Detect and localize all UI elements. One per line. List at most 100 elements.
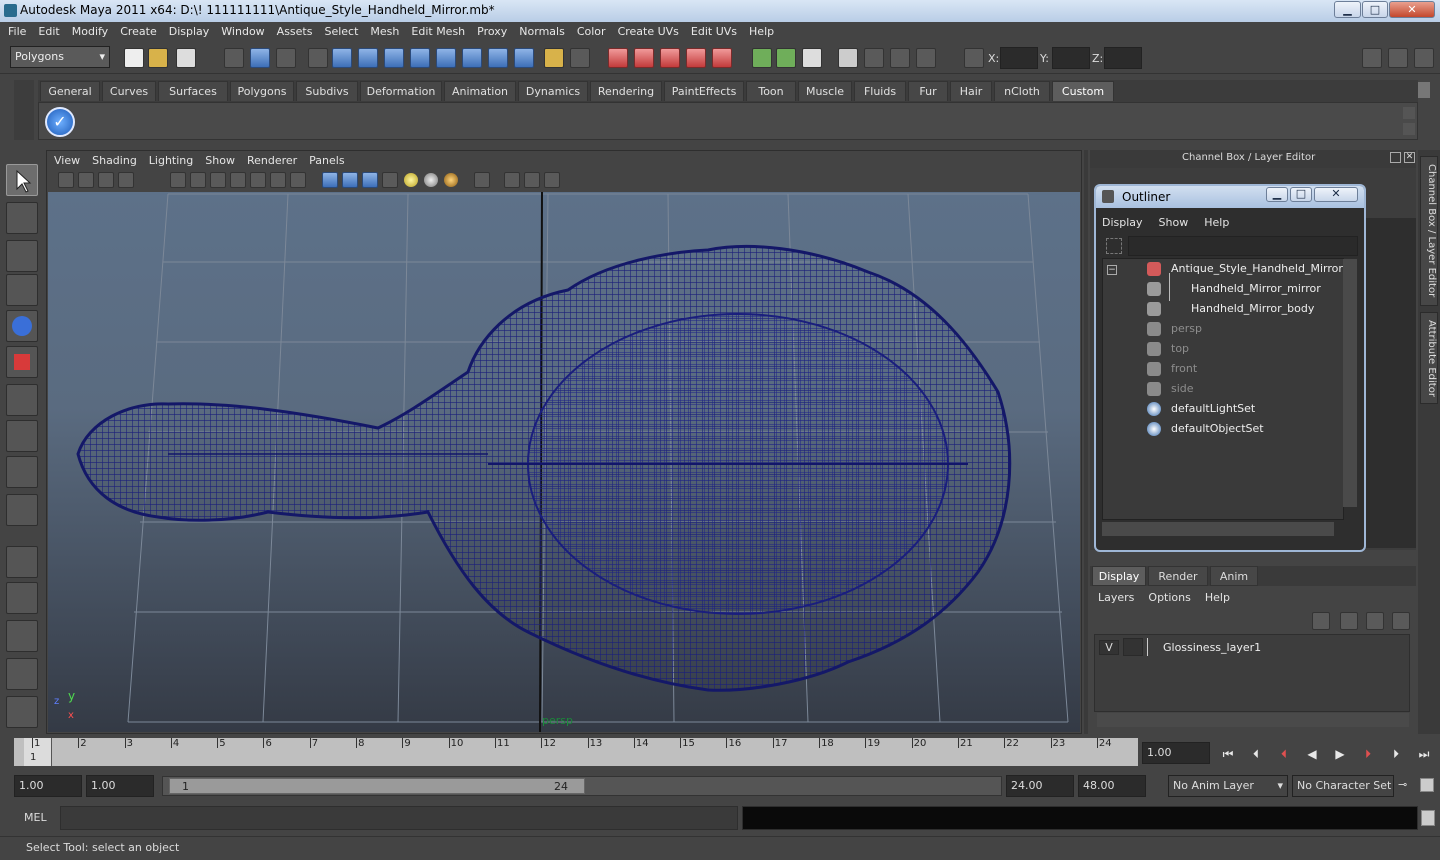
output-ops-icon[interactable] [776,48,796,68]
menu-create[interactable]: Create [114,22,163,42]
select-object-icon[interactable] [250,48,270,68]
step-back-frame-icon[interactable]: ⏴ [1244,742,1268,766]
viewport-menu-show[interactable]: Show [201,153,243,169]
menu-proxy[interactable]: Proxy [471,22,513,42]
select-vertex-icon[interactable] [332,48,352,68]
paint-select-tool-icon[interactable] [6,240,38,272]
y-field[interactable] [1052,47,1090,69]
menu-help[interactable]: Help [743,22,780,42]
toggle-attribute-editor-icon[interactable] [1362,48,1382,68]
film-gate-icon[interactable] [190,172,206,188]
use-all-lights-icon[interactable] [424,173,438,187]
select-hierarchy-icon[interactable] [224,48,244,68]
new-scene-icon[interactable] [124,48,144,68]
outliner-menu-display[interactable]: Display [1096,216,1153,229]
viewport-menu-view[interactable]: View [50,153,88,169]
snap-curve-icon[interactable] [634,48,654,68]
shelf-tab-surfaces[interactable]: Surfaces [158,81,228,101]
menu-assets[interactable]: Assets [271,22,319,42]
ipr-render-icon[interactable] [890,48,910,68]
xray-icon[interactable] [504,172,520,188]
render-view-icon[interactable] [838,48,858,68]
hypershade-layout-icon[interactable] [6,696,38,728]
animation-start-field[interactable]: 1.00 [14,775,82,797]
character-set-dropdown[interactable]: No Character Set [1292,775,1394,797]
animation-preferences-icon[interactable] [1420,778,1434,792]
shelf-tab-fluids[interactable]: Fluids [854,81,906,101]
shelf-tab-painteffects[interactable]: PaintEffects [664,81,744,101]
shelf-left-handle[interactable] [14,80,34,140]
layer-menu-layers[interactable]: Layers [1094,591,1144,604]
step-forward-key-icon[interactable]: ⏵ [1356,742,1380,766]
select-uv-icon[interactable] [410,48,430,68]
render-settings-icon[interactable] [916,48,936,68]
animation-end-field[interactable]: 48.00 [1078,775,1146,797]
vtab-attribute-editor[interactable]: Attribute Editor [1420,312,1438,404]
command-input[interactable] [60,806,738,830]
shadows-icon[interactable] [444,173,458,187]
playback-start-field[interactable]: 1.00 [86,775,154,797]
highlight-selection-icon[interactable] [570,48,590,68]
select-surface-icon[interactable] [436,48,456,68]
move-layer-up-icon[interactable] [1312,612,1330,630]
mask-dropdown-icon[interactable] [308,48,328,68]
scale-tool-icon[interactable] [6,346,38,378]
xray-joints-icon[interactable] [524,172,540,188]
range-slider-handle[interactable]: 1 24 [169,778,585,794]
four-pane-layout-icon[interactable] [6,582,38,614]
playback-end-field[interactable]: 24.00 [1006,775,1074,797]
menu-window[interactable]: Window [215,22,270,42]
shelf-scroll-up-icon[interactable] [1403,107,1415,119]
construction-history-icon[interactable] [802,48,822,68]
open-scene-icon[interactable] [148,48,168,68]
image-plane-icon[interactable] [118,172,134,188]
save-scene-icon[interactable] [176,48,196,68]
bookmark-icon[interactable] [98,172,114,188]
outliner-titlebar[interactable]: Outliner ▁ □ ✕ [1096,186,1364,208]
menu-edit[interactable]: Edit [32,22,65,42]
layer-color-swatch[interactable] [1147,638,1161,656]
shelf-tab-animation[interactable]: Animation [444,81,516,101]
play-backwards-icon[interactable]: ◀ [1300,742,1324,766]
current-frame-field[interactable]: 1.00 [1142,742,1210,764]
outliner-horizontal-scrollbar[interactable] [1102,522,1334,536]
outliner-menu-help[interactable]: Help [1198,216,1239,229]
menu-display[interactable]: Display [163,22,216,42]
xray-components-icon[interactable] [544,172,560,188]
safe-title-icon[interactable] [290,172,306,188]
shelf-tab-subdivs[interactable]: Subdivs [296,81,358,101]
z-field[interactable] [1104,47,1142,69]
menu-select[interactable]: Select [318,22,364,42]
resolution-gate-icon[interactable] [210,172,226,188]
outliner-minimize-button[interactable]: ▁ [1266,187,1288,202]
viewport-menu-renderer[interactable]: Renderer [243,153,305,169]
script-editor-icon[interactable] [1421,810,1435,826]
collapse-icon[interactable]: − [1107,265,1117,275]
menu-create-uvs[interactable]: Create UVs [612,22,685,42]
step-back-key-icon[interactable]: ⏴ [1272,742,1296,766]
rotate-tool-icon[interactable] [6,310,38,342]
menu-edit-mesh[interactable]: Edit Mesh [405,22,471,42]
camera-select-icon[interactable] [58,172,74,188]
menu-mesh[interactable]: Mesh [364,22,405,42]
menu-file[interactable]: File [2,22,32,42]
transform-input-icon[interactable] [964,48,984,68]
outliner-layout-icon[interactable] [6,620,38,652]
shelf-tab-fur[interactable]: Fur [908,81,948,101]
layer-row[interactable]: V Glossiness_layer1 [1099,637,1407,657]
shelf-tab-polygons[interactable]: Polygons [230,81,294,101]
menu-modify[interactable]: Modify [66,22,114,42]
time-slider[interactable]: 1 1 2 3 4 5 6 7 8 9 10 11 12 13 14 15 16 17 18 19 20 21 22 23 2… [14,738,1138,766]
shelf-tab-deformation[interactable]: Deformation [360,81,442,101]
close-panel-icon[interactable]: ✕ [1404,152,1415,163]
show-manipulator-icon[interactable] [6,456,38,488]
shelf-tab-rendering[interactable]: Rendering [590,81,662,101]
lasso-tool-icon[interactable] [6,202,38,234]
isolate-select-icon[interactable] [474,172,490,188]
shelf-tab-custom[interactable]: Custom [1052,81,1114,101]
play-forwards-icon[interactable]: ▶ [1328,742,1352,766]
make-live-icon[interactable] [712,48,732,68]
safe-action-icon[interactable] [270,172,286,188]
outliner-close-button[interactable]: ✕ [1314,187,1358,202]
outliner-menu-show[interactable]: Show [1153,216,1199,229]
